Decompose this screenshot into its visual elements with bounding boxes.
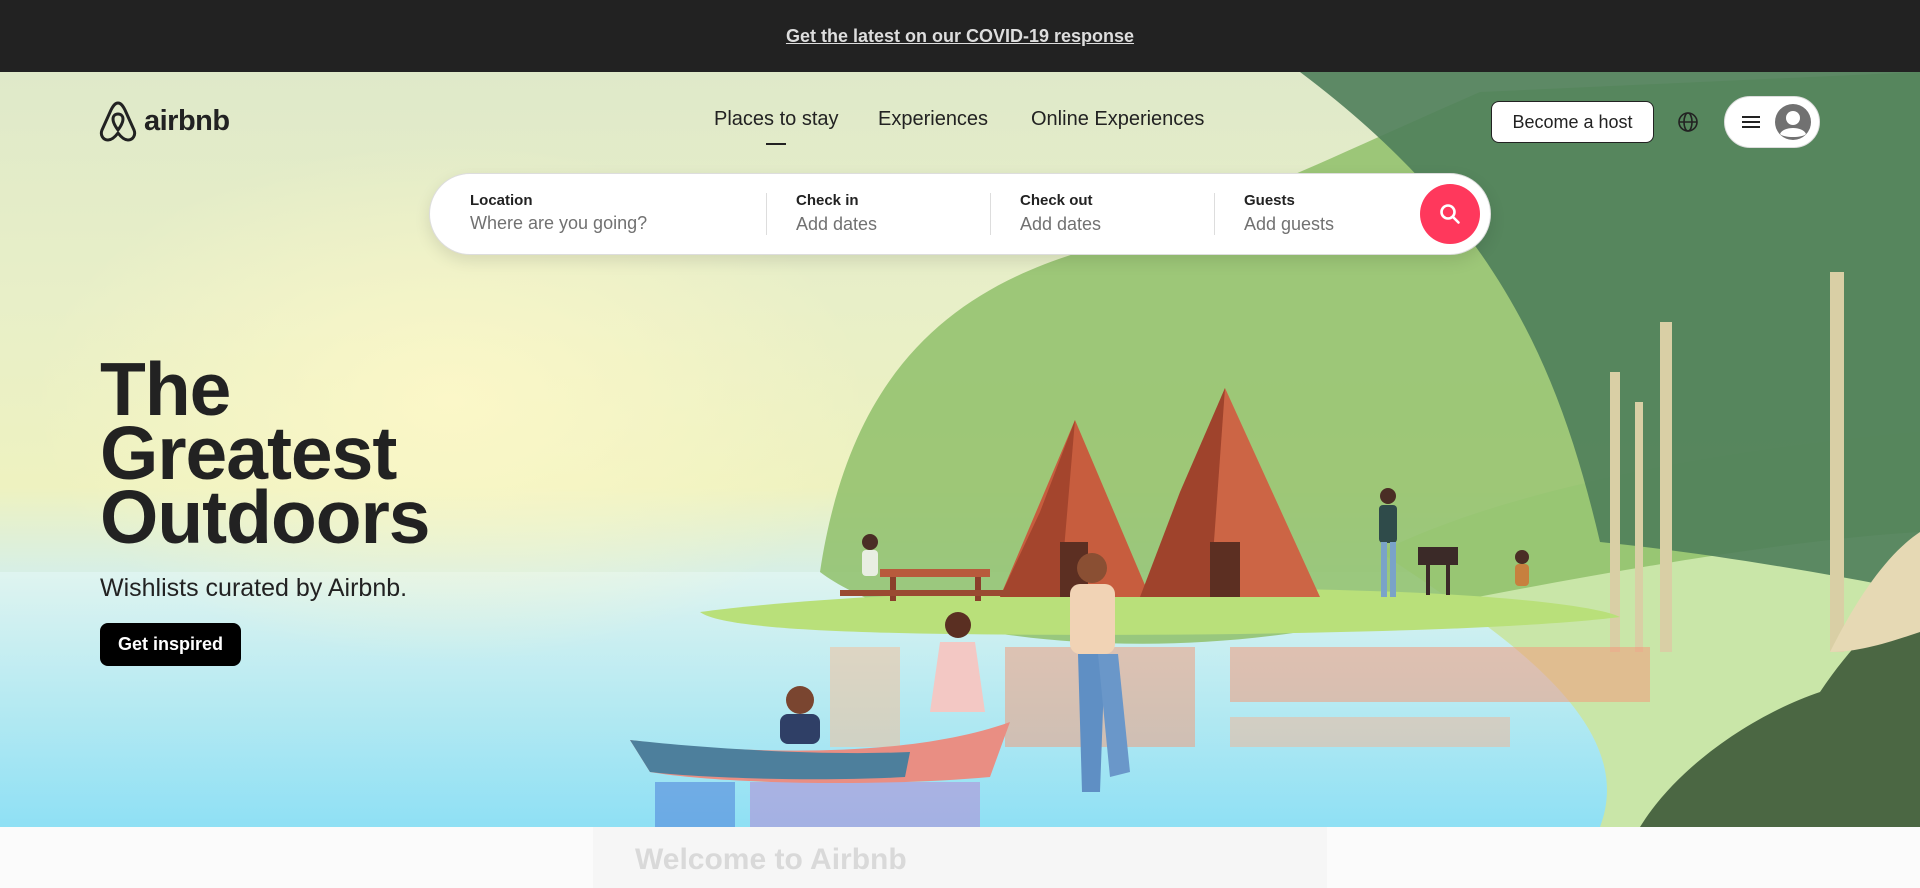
welcome-card: Welcome to Airbnb	[593, 827, 1327, 888]
covid-banner: Get the latest on our COVID-19 response	[0, 0, 1920, 72]
location-label: Location	[470, 192, 533, 209]
search-divider	[766, 193, 767, 235]
nav-active-indicator	[766, 143, 786, 145]
search-bar: Location Check in Add dates Check out Ad…	[429, 173, 1491, 255]
nav-experiences[interactable]: Experiences	[878, 108, 988, 131]
search-icon	[1440, 204, 1460, 224]
get-inspired-button[interactable]: Get inspired	[100, 623, 241, 666]
globe-icon[interactable]	[1677, 111, 1699, 133]
hero-title: The Greatest Outdoors	[100, 352, 620, 559]
welcome-heading: Welcome to Airbnb	[635, 843, 907, 876]
check-in-value: Add dates	[796, 214, 878, 234]
hamburger-menu-icon	[1742, 116, 1760, 128]
location-input[interactable]	[470, 213, 730, 234]
search-divider	[990, 193, 991, 235]
user-avatar-icon	[1775, 104, 1811, 140]
check-in-field[interactable]: Check in Add dates	[796, 174, 996, 256]
become-host-button[interactable]: Become a host	[1491, 101, 1654, 143]
nav-online-experiences[interactable]: Online Experiences	[1031, 108, 1204, 131]
hero-subtitle: Wishlists curated by Airbnb.	[100, 574, 408, 602]
profile-menu-button[interactable]	[1724, 96, 1820, 148]
guests-value: Add guests	[1244, 214, 1335, 234]
check-out-label: Check out	[1020, 192, 1093, 209]
check-out-value: Add dates	[1020, 214, 1102, 234]
search-divider	[1214, 193, 1215, 235]
guests-label: Guests	[1244, 192, 1295, 209]
search-button[interactable]	[1420, 184, 1480, 244]
check-out-field[interactable]: Check out Add dates	[1020, 174, 1220, 256]
below-fold-section: Welcome to Airbnb	[0, 827, 1920, 888]
guests-field[interactable]: Guests Add guests	[1244, 174, 1414, 256]
hero-title-line: Outdoors	[100, 475, 430, 559]
nav-places-to-stay[interactable]: Places to stay	[714, 108, 839, 131]
check-in-label: Check in	[796, 192, 859, 209]
location-field[interactable]: Location	[470, 174, 760, 256]
covid-response-link[interactable]: Get the latest on our COVID-19 response	[786, 26, 1134, 47]
